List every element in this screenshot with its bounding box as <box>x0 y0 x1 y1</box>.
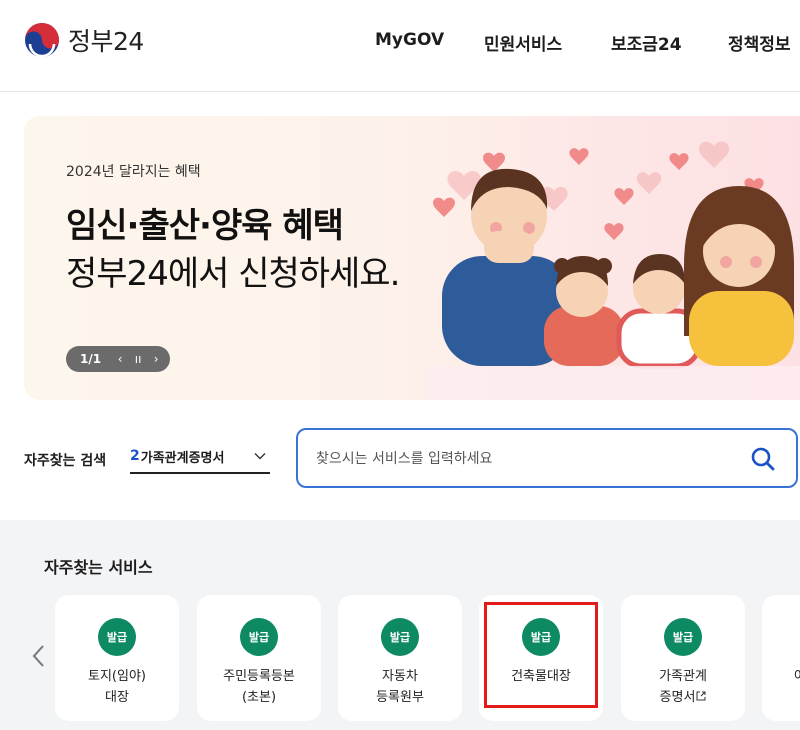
banner-next-button[interactable]: › <box>147 352 165 366</box>
service-card-label-line-2: 증명서 <box>621 687 745 708</box>
search-icon[interactable] <box>750 446 776 472</box>
chevron-down-icon <box>254 453 266 460</box>
main-banner[interactable]: 2024년 달라지는 혜택 임신·출산·양육 혜택 정부24에서 신청하세요. … <box>24 116 800 400</box>
service-card-label-text: 증명서 <box>659 690 696 705</box>
service-card-partial[interactable]: 여 <box>762 595 800 721</box>
search-input[interactable] <box>316 446 736 472</box>
frequent-services-section: 자주찾는 서비스 발급 토지(임야) 대장 발급 주민등록등본 (초본) 발급 … <box>0 520 800 730</box>
service-card-label-line: 등록원부 <box>376 690 424 705</box>
frequent-services-title: 자주찾는 서비스 <box>44 558 153 577</box>
issue-badge: 발급 <box>98 618 136 656</box>
main-nav: MyGOV 민원서비스 보조금24 정책정보 <box>0 30 800 55</box>
banner-pause-button[interactable]: ıı <box>129 352 147 366</box>
banner-title: 임신·출산·양육 혜택 <box>66 206 344 246</box>
nav-item-mygov[interactable]: MyGOV <box>375 30 444 50</box>
header: 정부24 MyGOV 민원서비스 보조금24 정책정보 <box>0 0 800 92</box>
service-card-label-line: 자동차 <box>382 669 418 684</box>
popular-search-value: 가족관계증명서 <box>140 450 225 466</box>
popular-search-rank: 2 <box>130 448 140 464</box>
issue-badge: 발급 <box>664 618 702 656</box>
banner-subtitle: 2024년 달라지는 혜택 <box>66 164 201 180</box>
service-card-label-line: (초본) <box>241 690 277 705</box>
chevron-left-icon[interactable] <box>28 642 48 670</box>
service-card-land-register[interactable]: 발급 토지(임야) 대장 <box>55 595 179 721</box>
selection-highlight-box <box>484 602 598 708</box>
nav-item-policy-info[interactable]: 정책정보 <box>728 30 791 55</box>
service-card-label-line: 가족관계 <box>659 669 707 684</box>
popular-search-select[interactable]: 2 가족관계증명서 <box>130 440 270 474</box>
banner-pagination: 1/1 <box>80 352 102 366</box>
service-card-resident-registration[interactable]: 발급 주민등록등본 (초본) <box>197 595 321 721</box>
nav-item-civil-services[interactable]: 민원서비스 <box>484 30 562 55</box>
banner-controls: 1/1 ‹ ıı › <box>66 346 170 372</box>
issue-badge: 발급 <box>240 618 278 656</box>
service-card-family-relation-certificate[interactable]: 발급 가족관계 증명서 <box>621 595 745 721</box>
service-card-label-line: 토지(임야) <box>88 669 146 684</box>
issue-badge: 발급 <box>381 618 419 656</box>
service-card-label: 주민등록등본 (초본) <box>197 666 321 708</box>
banner-prev-button[interactable]: ‹ <box>111 352 129 366</box>
banner-description: 정부24에서 신청하세요. <box>66 254 400 294</box>
external-link-icon <box>696 691 706 701</box>
nav-item-subsidy24[interactable]: 보조금24 <box>611 30 682 55</box>
service-card-vehicle-register[interactable]: 발급 자동차 등록원부 <box>338 595 462 721</box>
service-card-label: 여 <box>762 666 800 687</box>
page: 정부24 MyGOV 민원서비스 보조금24 정책정보 2024년 달라지는 혜… <box>0 0 800 730</box>
search-box <box>296 428 798 488</box>
service-card-label-line: 대장 <box>105 690 129 705</box>
service-card-label: 가족관계 증명서 <box>621 666 745 708</box>
service-card-label: 자동차 등록원부 <box>338 666 462 708</box>
service-card-label-line: 주민등록등본 <box>223 669 295 684</box>
search-label: 자주찾는 검색 <box>24 453 107 469</box>
service-card-label: 토지(임야) 대장 <box>55 666 179 708</box>
family-illustration <box>424 141 800 400</box>
service-card-label-line: 여 <box>794 669 800 684</box>
